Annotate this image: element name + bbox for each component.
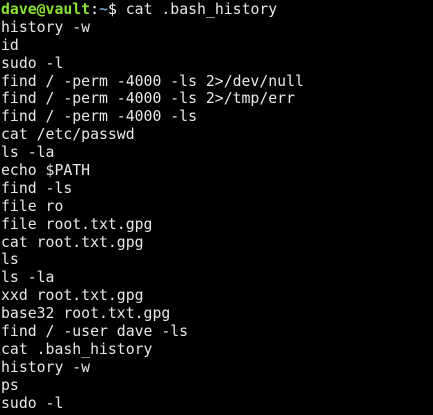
prompt-separator: : (90, 1, 100, 18)
output-line: cat .bash_history (1, 340, 153, 358)
output-line: find / -perm -4000 -ls (1, 108, 197, 126)
output-line: file root.txt.gpg (1, 215, 153, 233)
output-line: history -w (1, 18, 91, 36)
output-line: sudo -l (1, 394, 64, 412)
output-line: ps (1, 376, 19, 394)
output-line: base32 root.txt.gpg (1, 305, 171, 323)
prompt-user-host: dave@vault (1, 1, 91, 18)
output-line: find -ls (1, 179, 73, 197)
output-line: cat /etc/passwd (1, 126, 135, 144)
prompt-command: cat .bash_history (125, 1, 278, 18)
prompt-line: dave@vault:~$ cat .bash_history (1, 1, 433, 19)
output-line: history -w (1, 358, 91, 376)
output-line: ls (1, 251, 19, 269)
output-line: find / -perm -4000 -ls 2>/tmp/err (1, 90, 295, 108)
output-line: id (1, 36, 19, 54)
output-line: find / -user dave -ls (1, 323, 189, 341)
output-line: cat root.txt.gpg (1, 233, 144, 251)
output-line: ls -la (1, 144, 55, 162)
prompt-path: ~ (99, 1, 108, 18)
output-line: file ro (1, 197, 64, 215)
output-line: xxd root.txt.gpg (1, 287, 144, 305)
output-line: sudo -l (1, 54, 64, 72)
output-line: find / -perm -4000 -ls 2>/dev/null (1, 72, 304, 90)
terminal-window[interactable]: dave@vault:~$ cat .bash_history history … (0, 0, 433, 415)
prompt-symbol: $ (107, 1, 126, 18)
output-line: ls -la (1, 269, 55, 287)
output-line: echo $PATH (1, 162, 91, 180)
